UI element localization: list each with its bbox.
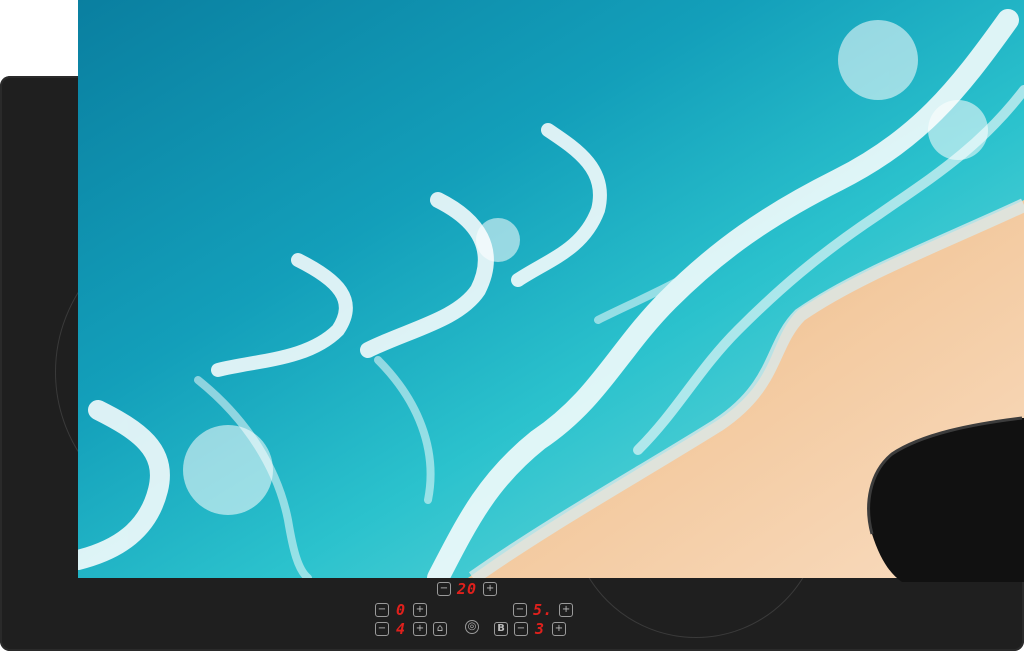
zone-right-top-minus-button[interactable]: − — [513, 603, 527, 617]
zone-left-bottom-plus-button[interactable]: + — [413, 622, 427, 636]
zone-right-bottom-plus-button[interactable]: + — [552, 622, 566, 636]
zone-right-bottom-minus-button[interactable]: − — [514, 622, 528, 636]
boost-button[interactable]: B — [494, 622, 508, 636]
zone-left-bottom-minus-button[interactable]: − — [375, 622, 389, 636]
zone-right-bottom-display: 3 — [534, 620, 546, 638]
zone-left-top-display: 0 — [395, 601, 407, 619]
zone-left-bottom-display: 4 — [395, 620, 407, 638]
timer-minus-button[interactable]: − — [437, 582, 451, 596]
zone-left-top-control: − 0 + — [375, 601, 427, 619]
mat-curled-corner — [867, 416, 1024, 582]
zone-right-top-display: 5. — [533, 601, 554, 619]
power-control: ◎ — [465, 620, 479, 634]
timer-plus-button[interactable]: + — [483, 582, 498, 596]
zone-left-top-plus-button[interactable]: + — [413, 603, 427, 617]
zone-right-top-control: − 5. + — [513, 601, 574, 619]
timer-display: 20 — [457, 580, 478, 598]
zone-left-bottom-control: − 4 + ⌂ — [375, 620, 447, 638]
lock-icon[interactable]: ⌂ — [433, 622, 447, 636]
zone-right-bottom-control: B − 3 + — [494, 620, 566, 638]
timer-control: − 20 + — [437, 580, 498, 598]
zone-left-top-minus-button[interactable]: − — [375, 603, 389, 617]
zone-right-top-plus-button[interactable]: + — [559, 603, 574, 617]
power-icon[interactable]: ◎ — [465, 620, 479, 634]
